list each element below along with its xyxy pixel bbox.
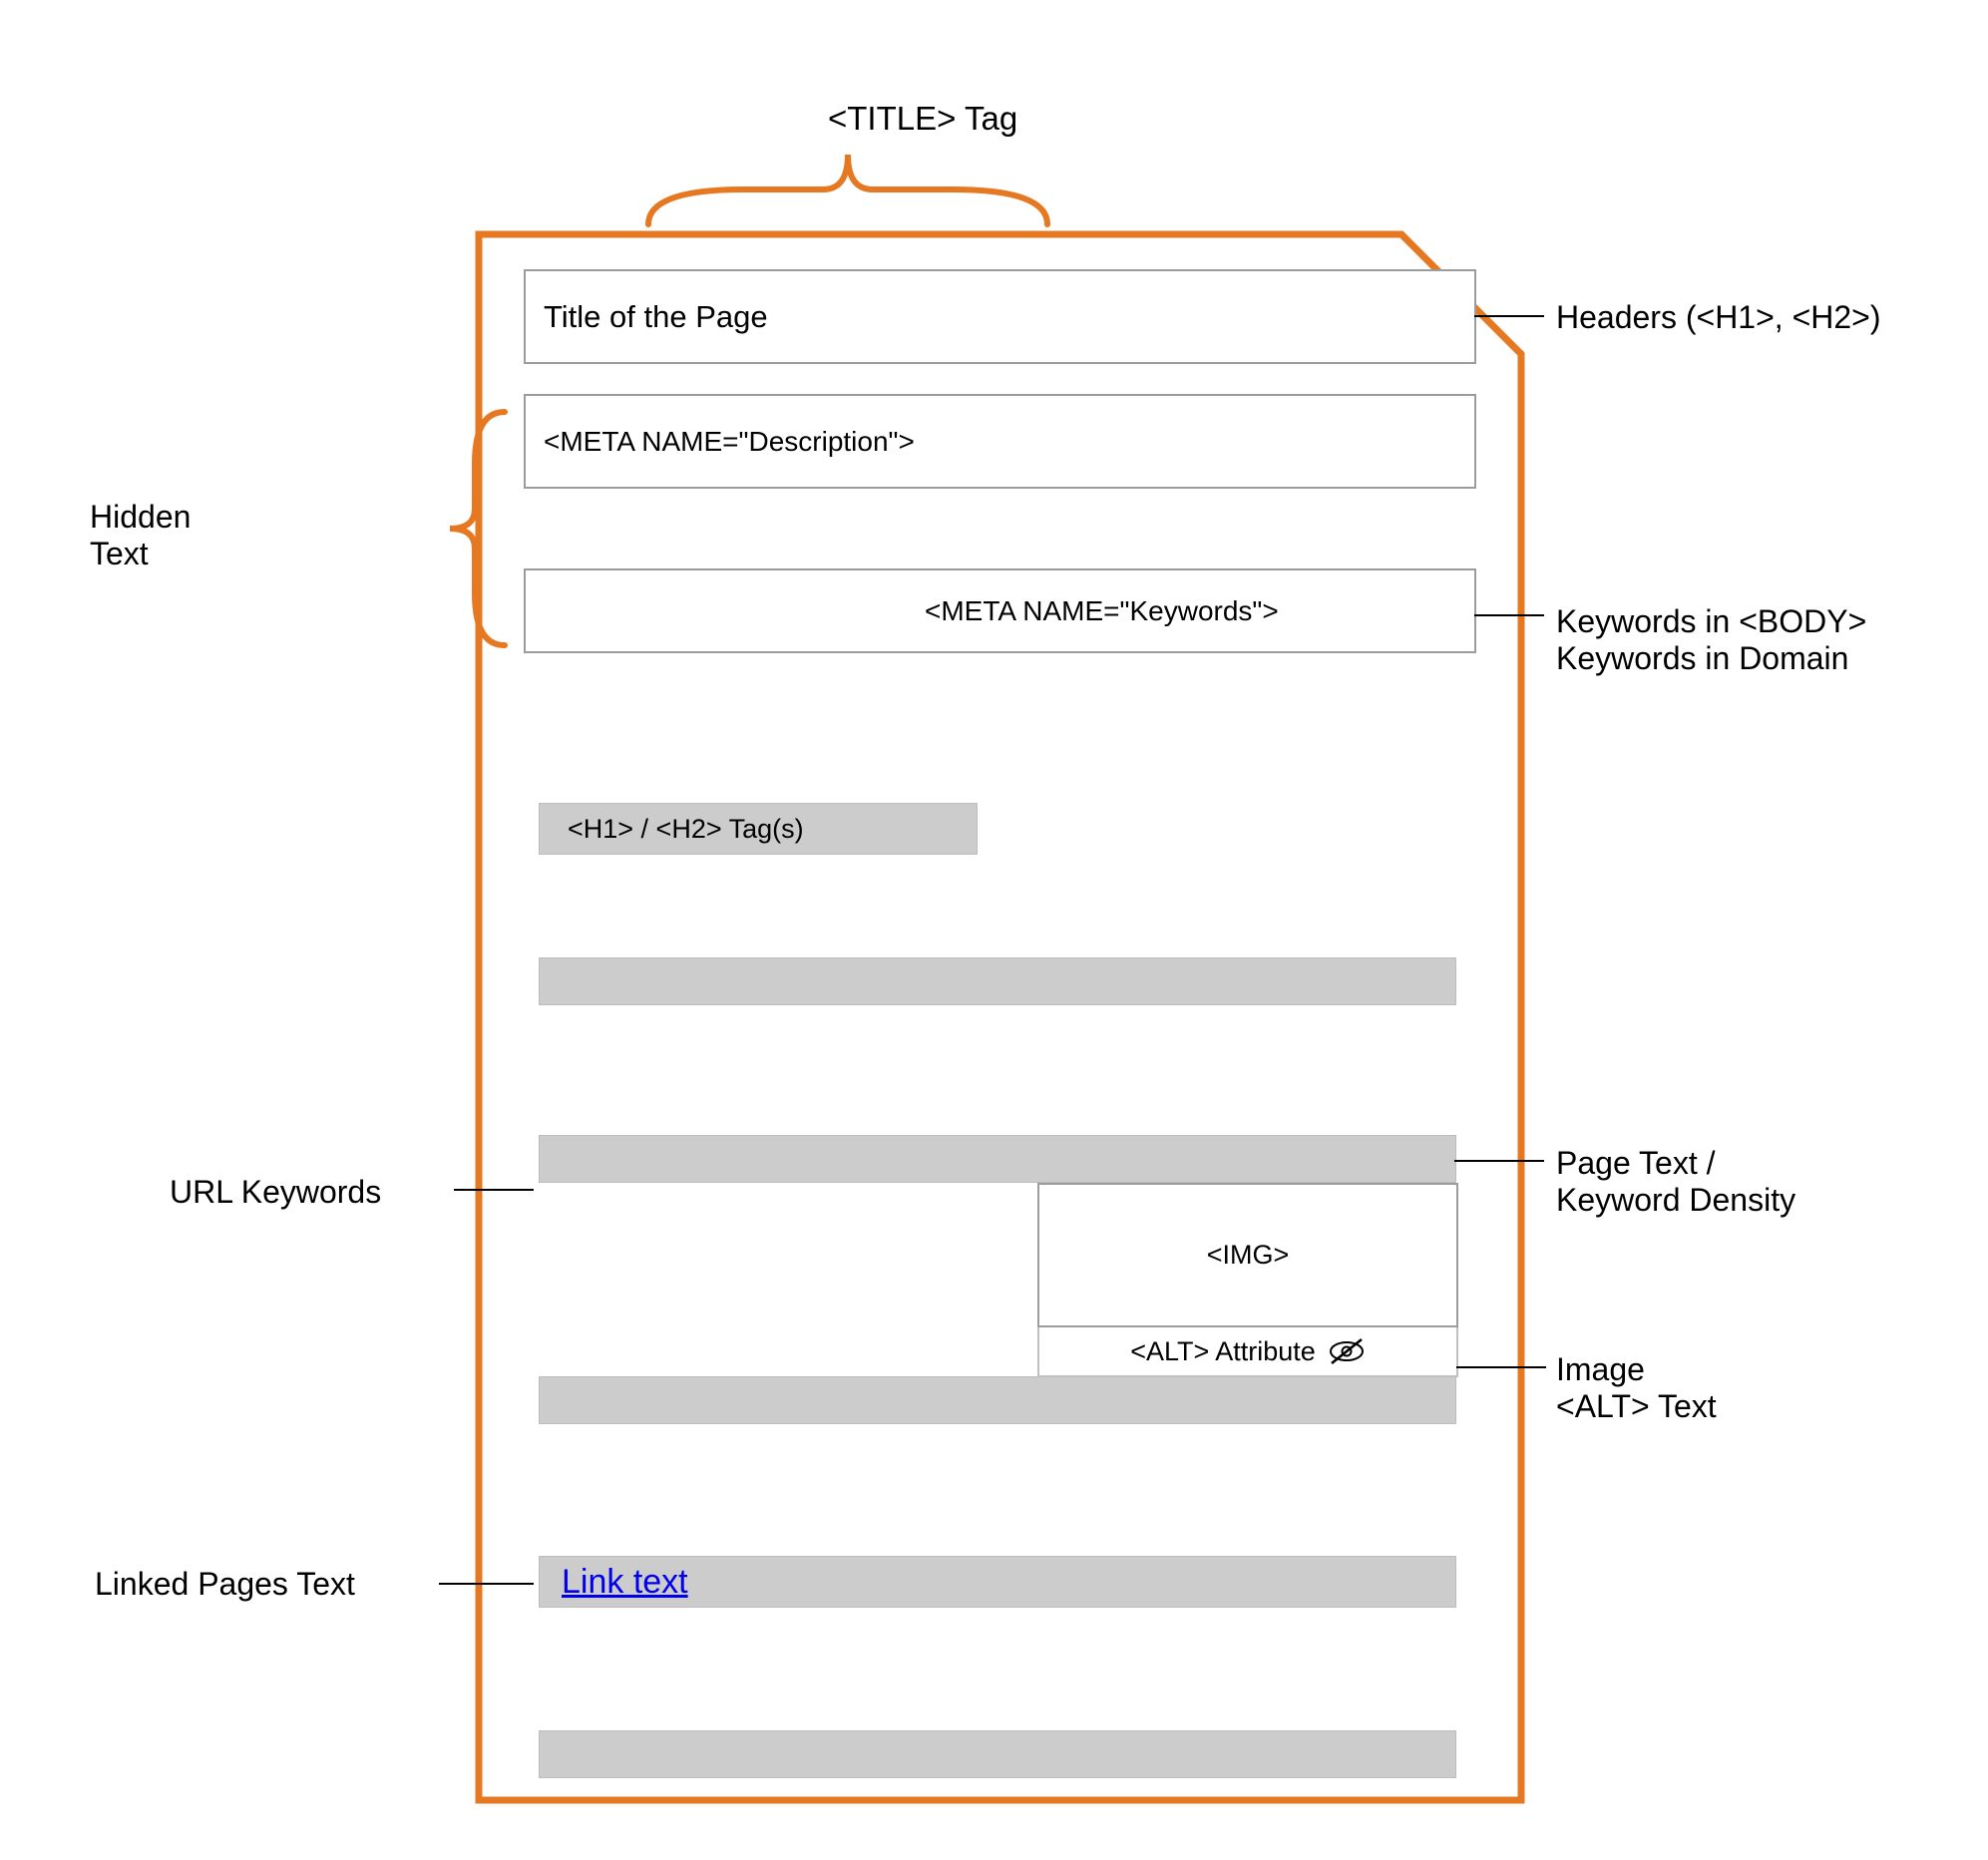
image-placeholder-group: <IMG> <ALT> Attribute xyxy=(1037,1183,1458,1377)
text-alt-attribute: <ALT> Attribute xyxy=(1130,1336,1316,1367)
bar-text-1 xyxy=(539,957,1456,1005)
box-meta-keywords: <META NAME="Keywords"> xyxy=(524,568,1476,653)
label-title-tag: <TITLE> Tag xyxy=(828,100,1017,138)
connector xyxy=(454,1189,534,1191)
box-alt-attribute: <ALT> Attribute xyxy=(1037,1327,1458,1377)
bar-text-2 xyxy=(539,1135,1456,1183)
label-headers: Headers (<H1>, <H2>) xyxy=(1556,299,1881,336)
text-h1h2: <H1> / <H2> Tag(s) xyxy=(568,814,804,845)
connector xyxy=(1474,315,1544,317)
bar-text-3 xyxy=(539,1376,1456,1424)
bar-link: Link text xyxy=(539,1556,1456,1608)
label-hidden-text: Hidden Text xyxy=(90,499,191,572)
label-linked-pages: Linked Pages Text xyxy=(95,1566,355,1603)
connector xyxy=(1456,1366,1546,1368)
link-text[interactable]: Link text xyxy=(562,1563,688,1602)
label-url-keywords: URL Keywords xyxy=(170,1174,381,1211)
connector xyxy=(439,1583,534,1585)
connector xyxy=(1474,614,1544,616)
box-img: <IMG> xyxy=(1037,1183,1458,1327)
eye-off-icon xyxy=(1328,1336,1366,1366)
box-title: Title of the Page xyxy=(524,269,1476,364)
text-meta-description: <META NAME="Description"> xyxy=(544,426,915,458)
text-img: <IMG> xyxy=(1207,1240,1290,1271)
brace-hidden-text xyxy=(440,404,510,653)
brace-title xyxy=(638,140,1057,229)
label-keywords-domain: Keywords in <BODY> Keywords in Domain xyxy=(1556,603,1866,677)
box-meta-description: <META NAME="Description"> xyxy=(524,394,1476,489)
connector xyxy=(1454,1160,1544,1162)
label-page-text: Page Text / Keyword Density xyxy=(1556,1145,1795,1219)
label-image-alt-text: Image <ALT> Text xyxy=(1556,1351,1717,1425)
text-meta-keywords: <META NAME="Keywords"> xyxy=(925,595,1279,627)
bar-text-4 xyxy=(539,1730,1456,1778)
bar-h1h2: <H1> / <H2> Tag(s) xyxy=(539,803,978,855)
text-title: Title of the Page xyxy=(544,299,768,335)
